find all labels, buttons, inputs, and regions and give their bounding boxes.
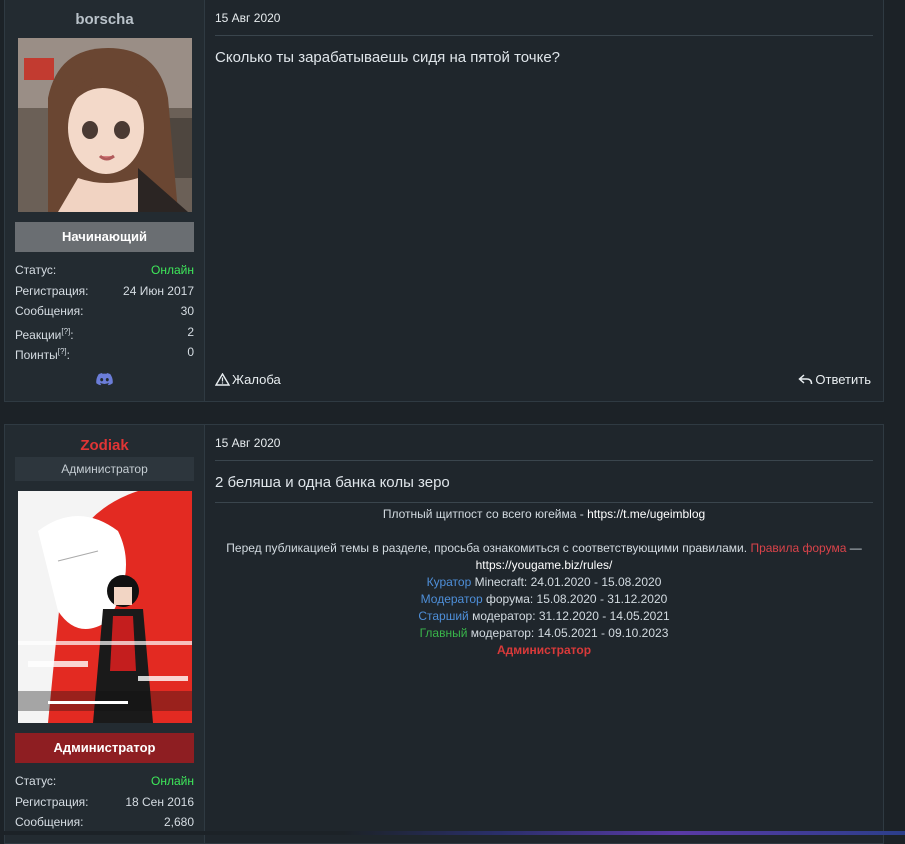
stat-status: Статус: Онлайн <box>15 771 194 792</box>
stat-label: Статус: <box>15 774 57 788</box>
post-body: 15 Авг 2020 2 беляша и одна банка колы з… <box>205 425 883 843</box>
stat-registration: Регистрация: 18 Сен 2016 <box>15 792 194 813</box>
user-sidebar: Zodiak Администратор Администратор Стату… <box>5 425 205 843</box>
stat-label: Реакции[?]: <box>15 326 74 342</box>
stat-value: 2 <box>187 324 194 339</box>
stat-value[interactable]: 2,680 <box>164 812 194 833</box>
avatar[interactable] <box>17 491 192 723</box>
post: borscha Начинающий Статус: Онлайн Регист… <box>4 0 884 402</box>
stat-label: Сообщения: <box>15 815 84 830</box>
signature-line: Плотный щитпост со всего югейма - https:… <box>382 507 706 521</box>
post-date[interactable]: 15 Авг 2020 <box>215 11 280 25</box>
stat-reactions: Реакции[?]: 2 <box>15 322 194 343</box>
signature-link[interactable]: https://t.me/ugeimblog <box>587 507 705 521</box>
post: Zodiak Администратор Администратор Стату… <box>4 424 884 844</box>
reply-button[interactable]: Ответить <box>798 372 871 387</box>
stat-label: Статус: <box>15 263 57 277</box>
post-body: 15 Авг 2020 Сколько ты зарабатываешь сид… <box>205 0 883 401</box>
role-line: Модератор форума: 15.08.2020 - 31.12.202… <box>420 592 668 606</box>
user-title: Администратор <box>15 457 194 481</box>
reply-icon <box>798 374 813 385</box>
stat-registration: Регистрация: 24 Июн 2017 <box>15 281 194 302</box>
post-message: 2 беляша и одна банка колы зеро <box>215 474 450 491</box>
bottom-bar <box>0 831 905 835</box>
role-line: Старший модератор: 31.12.2020 - 14.05.20… <box>418 609 670 623</box>
help-link[interactable]: [?] <box>61 327 70 336</box>
warning-icon <box>215 373 230 386</box>
stat-label: Сообщения: <box>15 304 84 319</box>
post-message: Сколько ты зарабатываешь сидя на пятой т… <box>215 49 561 66</box>
role-line: Главный модератор: 14.05.2021 - 09.10.20… <box>419 626 669 640</box>
stat-label: Поинты[?]: <box>15 347 70 363</box>
signature: Плотный щитпост со всего югейма - https:… <box>215 506 873 659</box>
stat-value: Онлайн <box>151 263 194 277</box>
help-link[interactable]: [?] <box>58 347 67 356</box>
signature-divider <box>215 502 873 503</box>
rank-badge: Начинающий <box>15 222 194 252</box>
report-label: Жалоба <box>232 372 281 387</box>
stat-value: 24 Июн 2017 <box>123 283 194 298</box>
stat-status: Статус: Онлайн <box>15 260 194 281</box>
username[interactable]: Zodiak <box>5 437 204 454</box>
divider <box>215 35 873 36</box>
stat-value: 18 Сен 2016 <box>125 794 194 809</box>
stat-points: Поинты[?]: 0 <box>15 342 194 363</box>
stat-value: 0 <box>187 345 194 360</box>
stat-label: Регистрация: <box>15 283 89 298</box>
rules-link[interactable]: Правила форума <box>750 541 846 555</box>
stat-value: Онлайн <box>151 774 194 788</box>
report-button[interactable]: Жалоба <box>215 372 281 387</box>
stat-label: Регистрация: <box>15 794 89 809</box>
rank-badge: Администратор <box>15 733 194 763</box>
post-actions: Жалоба Ответить <box>215 372 871 387</box>
user-sidebar: borscha Начинающий Статус: Онлайн Регист… <box>5 0 205 401</box>
stat-messages: Сообщения: 2,680 <box>15 812 194 833</box>
role-line: Администратор <box>496 643 592 657</box>
signature-line: https://yougame.biz/rules/ <box>215 557 873 574</box>
stat-messages: Сообщения: 30 <box>15 301 194 322</box>
user-stats: Статус: Онлайн Регистрация: 24 Июн 2017 … <box>15 260 194 363</box>
role-line: Куратор Minecraft: 24.01.2020 - 15.08.20… <box>426 575 662 589</box>
rules-url-link[interactable]: https://yougame.biz/rules/ <box>476 558 613 572</box>
avatar[interactable] <box>17 38 192 212</box>
signature-line: Перед публикацией темы в разделе, просьб… <box>226 541 862 555</box>
post-date[interactable]: 15 Авг 2020 <box>215 436 280 450</box>
stat-value[interactable]: 30 <box>181 301 194 322</box>
username[interactable]: borscha <box>5 11 204 28</box>
discord-icon[interactable] <box>96 373 113 386</box>
reply-label: Ответить <box>815 372 871 387</box>
user-stats: Статус: Онлайн Регистрация: 18 Сен 2016 … <box>15 771 194 833</box>
divider <box>215 460 873 461</box>
